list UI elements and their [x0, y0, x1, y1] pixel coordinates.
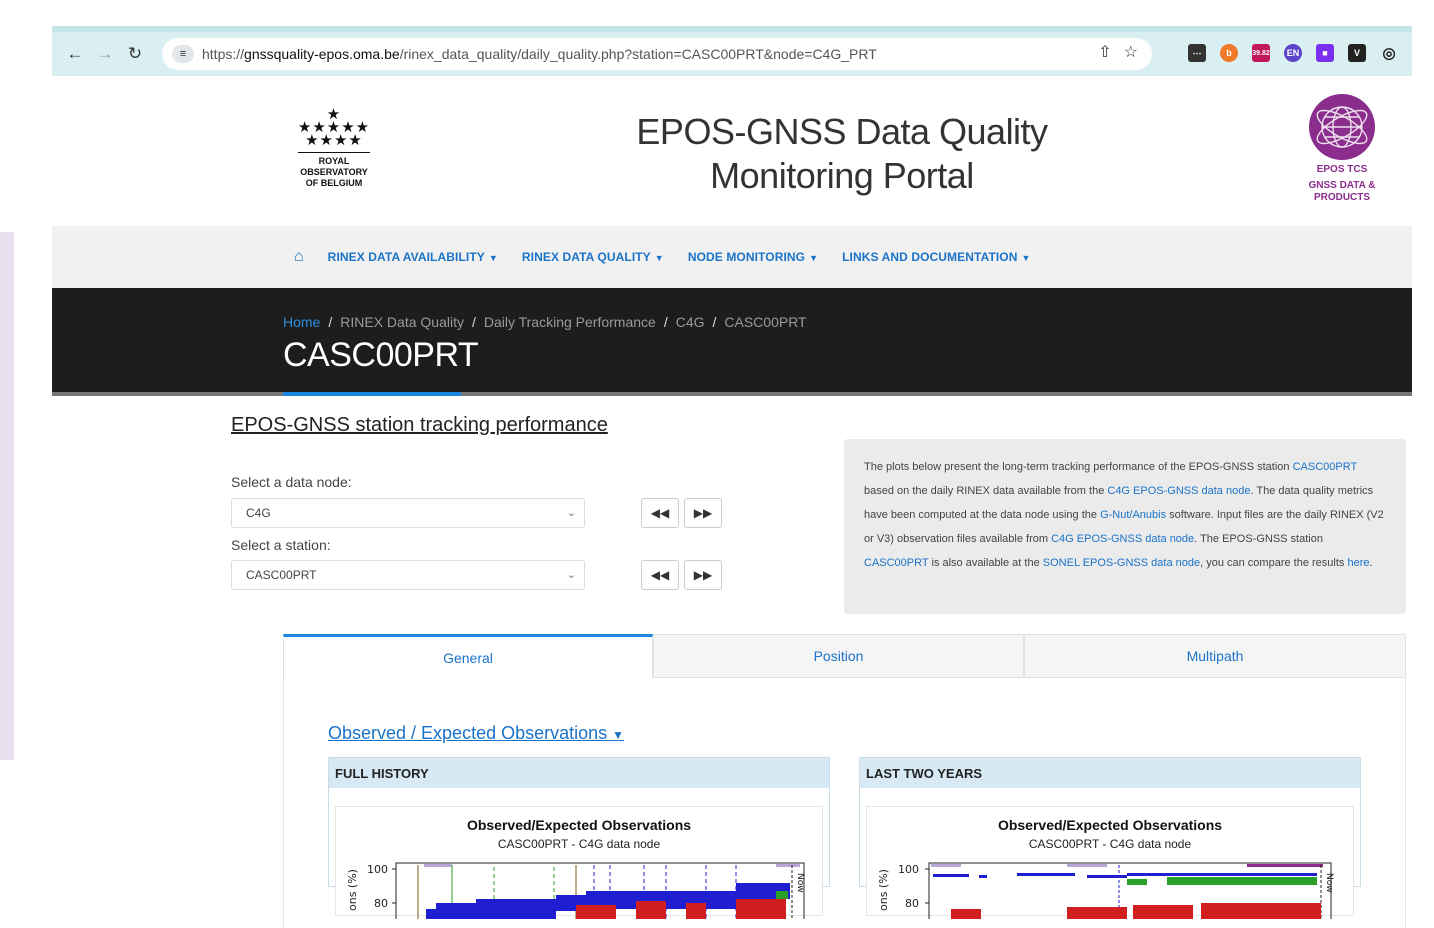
rob-logo[interactable]: ★ ★★★★★ ★★★★ ROYAL OBSERVATORY OF BELGIUM: [284, 106, 384, 189]
forward-icon[interactable]: →: [90, 39, 120, 69]
extension-v-icon[interactable]: V: [1348, 44, 1366, 62]
extension-badge-icon[interactable]: 39.82: [1252, 44, 1270, 62]
stars-icon: ★ ★★★★★ ★★★★: [297, 106, 371, 149]
extension-en-icon[interactable]: EN: [1284, 44, 1302, 62]
station-select-value: CASC00PRT: [246, 568, 317, 582]
home-icon[interactable]: ⌂: [294, 248, 304, 266]
nav-links-and-documentation[interactable]: LINKS AND DOCUMENTATION ▼: [842, 250, 1030, 264]
link-sonel-node[interactable]: SONEL EPOS-GNSS data node: [1043, 557, 1200, 569]
y-axis-label: ons (%): [877, 869, 890, 911]
share-icon[interactable]: ⇧: [1098, 42, 1111, 62]
rewind-icon: ◀◀: [650, 506, 670, 520]
now-label: Now: [1324, 873, 1334, 893]
station-select[interactable]: CASC00PRT ⌄: [231, 560, 585, 590]
y-tick-100: 100: [367, 863, 388, 876]
epos-logo-line1: EPOS TCS: [1316, 164, 1368, 175]
station-prev-button[interactable]: ◀◀: [641, 560, 679, 590]
epos-logo-line2: GNSS DATA & PRODUCTS: [1308, 180, 1376, 203]
breadcrumb-daily-tracking[interactable]: Daily Tracking Performance: [484, 314, 656, 330]
caret-down-icon: ▼: [1021, 253, 1031, 263]
breadcrumb: Home / RINEX Data Quality / Daily Tracking P…: [283, 314, 807, 330]
link-station[interactable]: CASC00PRT: [1293, 461, 1357, 473]
page-hero: Home / RINEX Data Quality / Daily Tracking P…: [52, 288, 1412, 396]
rob-logo-line2: OF BELGIUM: [305, 178, 363, 188]
extension-badge-value: 39.82: [1252, 49, 1270, 57]
fast-forward-icon: ▶▶: [693, 506, 713, 520]
node-select-label: Select a data node:: [231, 474, 352, 490]
bookmark-star-icon[interactable]: ☆: [1124, 42, 1138, 62]
panel-head: LAST TWO YEARS: [860, 758, 1360, 788]
tab-general[interactable]: General: [283, 634, 653, 678]
plot-canvas-full: 100 80 ons (%) Now: [346, 862, 805, 919]
nav-node-monitoring[interactable]: NODE MONITORING ▼: [688, 250, 818, 264]
plot-last-two-years: Observed/Expected Observations CASC00PRT…: [866, 806, 1354, 919]
extension-dots-icon[interactable]: ⋯: [1188, 44, 1206, 62]
link-here[interactable]: here: [1347, 557, 1369, 569]
nav-rinex-data-availability[interactable]: RINEX DATA AVAILABILITY ▼: [328, 250, 498, 264]
observations-dropdown[interactable]: Observed / Expected Observations ▼: [328, 723, 624, 744]
title-underline: [283, 392, 461, 396]
breadcrumb-node[interactable]: C4G: [676, 314, 705, 330]
back-icon[interactable]: ←: [60, 39, 90, 69]
plot-canvas-two-years: 100 80 ons (%) Now: [877, 862, 1334, 919]
y-tick-100: 100: [898, 863, 919, 876]
chevron-down-icon: ⌄: [566, 507, 576, 519]
nav-rinex-data-quality[interactable]: RINEX DATA QUALITY ▼: [522, 250, 664, 264]
station-select-label: Select a station:: [231, 537, 331, 553]
page-title: CASC00PRT: [283, 336, 479, 374]
link-c4g-node-2[interactable]: C4G EPOS-GNSS data node: [1051, 533, 1194, 545]
reload-icon[interactable]: ↻: [120, 39, 150, 69]
url-host: gnssquality-epos.oma.be: [244, 46, 400, 62]
chevron-down-icon: ⌄: [566, 569, 576, 581]
extension-target-icon[interactable]: ◎: [1380, 44, 1398, 62]
caret-down-icon: ▼: [809, 253, 819, 263]
breadcrumb-rinex-data-quality[interactable]: RINEX Data Quality: [340, 314, 464, 330]
tab-position[interactable]: Position: [653, 634, 1024, 678]
now-label: Now: [795, 873, 805, 893]
browser-toolbar: ← → ↻ ≡ https://gnssquality-epos.oma.be /…: [52, 32, 1412, 76]
node-select-value: C4G: [246, 506, 271, 520]
caret-down-icon: ▼: [488, 253, 498, 263]
panel-last-two-years: LAST TWO YEARS Observed/Expected Observa…: [859, 757, 1361, 919]
url-path: /rinex_data_quality/daily_quality.php?st…: [399, 46, 877, 62]
caret-down-icon: ▼: [612, 728, 625, 742]
breadcrumb-home[interactable]: Home: [283, 314, 320, 330]
node-select[interactable]: C4G ⌄: [231, 498, 585, 528]
site-title: EPOS-GNSS Data Quality Monitoring Portal: [612, 110, 1072, 198]
node-next-button[interactable]: ▶▶: [684, 498, 722, 528]
tab-multipath[interactable]: Multipath: [1024, 634, 1406, 678]
tab-bar: General Position Multipath: [283, 634, 1406, 678]
extension-b-icon[interactable]: b: [1220, 44, 1238, 62]
panel-head: FULL HISTORY: [329, 758, 829, 788]
link-station-2[interactable]: CASC00PRT: [864, 557, 928, 569]
station-next-button[interactable]: ▶▶: [684, 560, 722, 590]
extension-icons: ⋯ b 39.82 EN ■ V ◎: [1188, 44, 1398, 62]
main-nav: ⌂ RINEX DATA AVAILABILITY ▼ RINEX DATA QU…: [52, 226, 1412, 288]
y-tick-80: 80: [374, 897, 388, 910]
address-bar[interactable]: ≡ https://gnssquality-epos.oma.be/rinex_…: [162, 38, 1152, 70]
side-panel: [0, 232, 14, 760]
extension-square-icon[interactable]: ■: [1316, 44, 1334, 62]
site-header: ★ ★★★★★ ★★★★ ROYAL OBSERVATORY OF BELGIUM …: [52, 76, 1412, 226]
caret-down-icon: ▼: [654, 253, 664, 263]
rewind-icon: ◀◀: [650, 568, 670, 582]
site-title-line2: Monitoring Portal: [710, 155, 974, 196]
breadcrumb-station: CASC00PRT: [724, 314, 807, 330]
site-settings-icon[interactable]: ≡: [172, 45, 194, 63]
section-title: EPOS-GNSS station tracking performance: [231, 414, 608, 436]
rob-logo-line1: ROYAL OBSERVATORY: [300, 156, 368, 177]
node-prev-button[interactable]: ◀◀: [641, 498, 679, 528]
y-axis-label: ons (%): [346, 869, 359, 911]
link-gnut-anubis[interactable]: G-Nut/Anubis: [1100, 509, 1166, 521]
link-c4g-node[interactable]: C4G EPOS-GNSS data node: [1107, 485, 1250, 497]
site-title-line1: EPOS-GNSS Data Quality: [636, 111, 1048, 152]
info-box: The plots below present the long-term tr…: [844, 439, 1406, 614]
y-tick-80: 80: [905, 897, 919, 910]
url-scheme: https://: [202, 46, 245, 62]
plot-full-history: Observed/Expected Observations CASC00PRT…: [335, 806, 823, 919]
epos-logo[interactable]: EPOS TCS GNSS DATA & PRODUCTS: [1280, 94, 1404, 204]
fast-forward-icon: ▶▶: [693, 568, 713, 582]
panel-full-history: FULL HISTORY Observed/Expected Observati…: [328, 757, 830, 919]
epos-globe-icon: [1309, 94, 1375, 160]
